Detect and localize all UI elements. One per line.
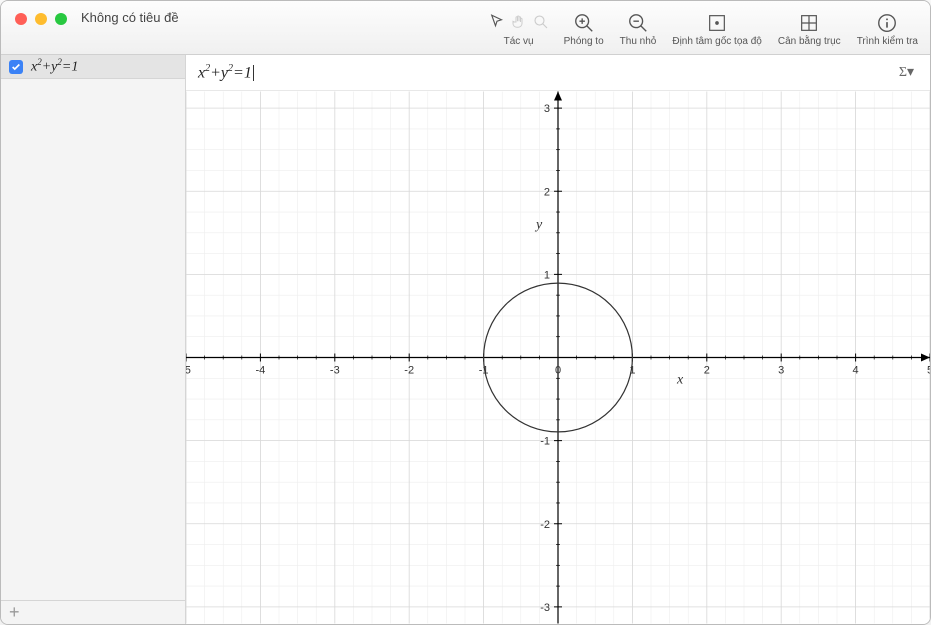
window-controls	[1, 1, 67, 25]
toolbar: Tác vụ Phóng to Thu nhỏ Định tâm gốc tọa…	[488, 1, 926, 55]
sidebar-footer: +	[1, 600, 185, 624]
equation-input[interactable]: x2+y2=1	[198, 63, 254, 82]
pointer-tool[interactable]	[488, 13, 506, 34]
svg-text:-1: -1	[540, 436, 550, 448]
actions-label: Tác vụ	[504, 36, 534, 47]
content-area: x2+y2=1 Σ▾ -5-4-3-2-1012345-3-2-1123xy	[186, 55, 930, 624]
zoom-in-button[interactable]: Phóng to	[556, 8, 612, 49]
svg-text:-3: -3	[540, 602, 550, 614]
svg-text:3: 3	[778, 365, 784, 377]
hand-tool[interactable]	[510, 13, 528, 34]
sidebar: x2+y2=1 +	[1, 55, 186, 624]
svg-text:0: 0	[555, 365, 561, 377]
svg-text:-2: -2	[404, 365, 414, 377]
equation-input-bar: x2+y2=1 Σ▾	[186, 55, 930, 91]
svg-text:5: 5	[927, 365, 930, 377]
close-window-button[interactable]	[15, 13, 27, 25]
magnifier-tool[interactable]	[532, 13, 550, 34]
inspector-button[interactable]: Trình kiểm tra	[849, 8, 926, 49]
svg-text:1: 1	[544, 269, 550, 281]
add-equation-button[interactable]: +	[9, 602, 20, 623]
svg-text:3: 3	[544, 103, 550, 115]
svg-text:-2: -2	[540, 519, 550, 531]
sigma-menu[interactable]: Σ▾	[895, 62, 918, 83]
svg-text:4: 4	[853, 365, 859, 377]
equation-expr: x2+y2=1	[31, 57, 78, 76]
center-origin-button[interactable]: Định tâm gốc tọa độ	[664, 8, 770, 49]
svg-text:2: 2	[704, 365, 710, 377]
svg-text:x: x	[676, 373, 684, 388]
minimize-window-button[interactable]	[35, 13, 47, 25]
plot-canvas[interactable]: -5-4-3-2-1012345-3-2-1123xy	[186, 91, 930, 624]
titlebar: Không có tiêu đề Tác vụ	[1, 1, 930, 55]
equalize-axes-button[interactable]: Cân bằng trục	[770, 8, 849, 49]
svg-text:y: y	[534, 218, 543, 233]
main-area: x2+y2=1 + x2+y2=1 Σ▾ -5 -4 -3 -2 -1 0 1 2 3 4 5 -3 -…	[1, 55, 930, 624]
plot-area[interactable]: -5-4-3-2-1012345-3-2-1123xy	[186, 91, 930, 624]
svg-text:-3: -3	[330, 365, 340, 377]
equation-visible-checkbox[interactable]	[9, 60, 23, 74]
equation-row[interactable]: x2+y2=1	[1, 55, 185, 79]
zoom-window-button[interactable]	[55, 13, 67, 25]
svg-text:-5: -5	[186, 365, 191, 377]
svg-text:-4: -4	[256, 365, 266, 377]
window-title: Không có tiêu đề	[81, 10, 179, 25]
actions-tool-group: Tác vụ	[488, 9, 550, 47]
svg-text:2: 2	[544, 186, 550, 198]
equation-list: x2+y2=1	[1, 55, 185, 600]
app-window: Không có tiêu đề Tác vụ	[0, 0, 931, 625]
zoom-out-button[interactable]: Thu nhỏ	[612, 8, 665, 49]
